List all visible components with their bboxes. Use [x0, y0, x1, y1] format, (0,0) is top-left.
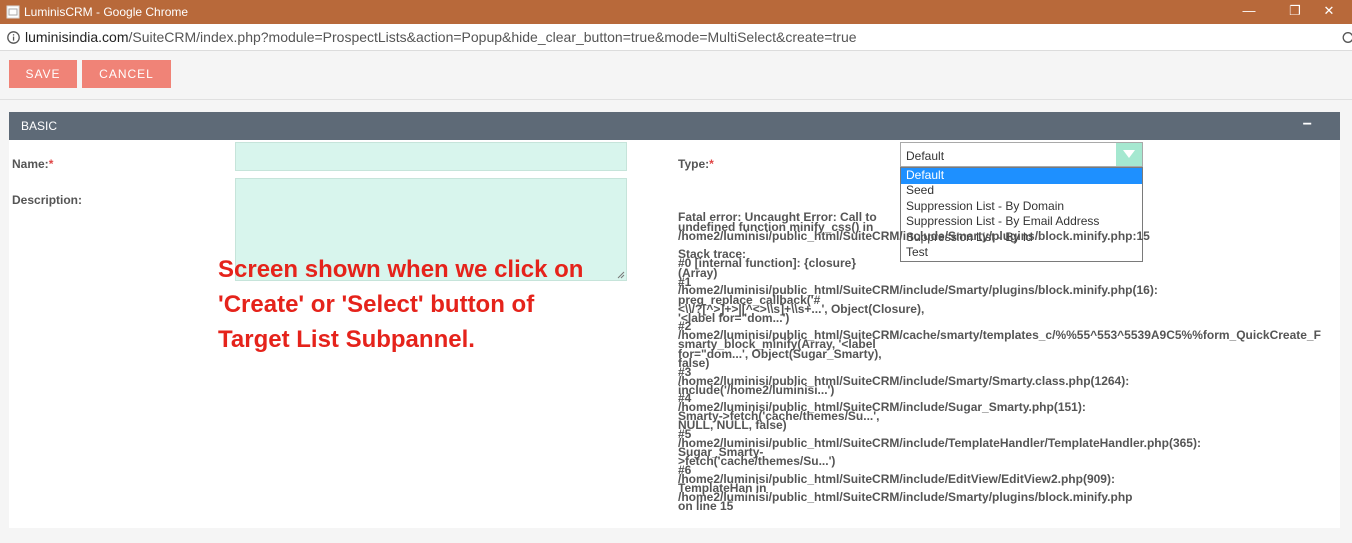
window-title: LuminisCRM - Google Chrome — [24, 5, 189, 19]
panel-header[interactable]: BASIC − — [9, 112, 1340, 140]
window-titlebar: LuminisCRM - Google Chrome — ❐ ✕ — [0, 0, 1352, 24]
type-option-default[interactable]: Default — [901, 168, 1142, 184]
annotation-line: Screen shown when we click on — [218, 256, 584, 283]
required-marker: * — [48, 157, 54, 171]
error-line: include('/home2/luminisi...') — [678, 383, 835, 397]
cancel-button[interactable]: CANCEL — [82, 60, 171, 88]
error-line: on line 15 — [678, 499, 734, 513]
url-host: luminisindia.com — [25, 29, 129, 45]
close-window-button[interactable]: ✕ — [1306, 0, 1352, 24]
chrome-menu-icon[interactable] — [1342, 31, 1352, 44]
error-line: >fetch('cache/themes/Su...') — [678, 454, 836, 468]
minimize-button[interactable]: — — [1226, 0, 1272, 24]
type-option-suppression-email[interactable]: Suppression List - By Email Address — [901, 214, 1142, 230]
error-line: '<label for="dom...') — [678, 311, 790, 325]
name-label: Name:* — [12, 157, 53, 171]
annotation-line: 'Create' or 'Select' button of — [218, 291, 535, 318]
collapse-icon[interactable]: − — [1303, 117, 1312, 133]
type-option-seed[interactable]: Seed — [901, 183, 1142, 199]
annotation-line: Target List Subpannel. — [218, 326, 475, 353]
type-options-list: Default Seed Suppression List - By Domai… — [900, 167, 1143, 262]
error-line: NULL, NULL, false) — [678, 418, 787, 432]
chevron-down-icon — [1123, 150, 1135, 158]
dropdown-toggle[interactable] — [1116, 143, 1142, 166]
error-line: /home2/luminisi/public_html/SuiteCRM/inc… — [678, 490, 1133, 504]
type-option-test[interactable]: Test — [901, 245, 1142, 261]
type-option-suppression-domain[interactable]: Suppression List - By Domain — [901, 199, 1142, 215]
type-label-text: Type: — [678, 157, 710, 171]
url-text[interactable]: luminisindia.com/SuiteCRM/index.php?modu… — [25, 29, 857, 45]
name-field[interactable] — [235, 142, 627, 171]
error-line: /home2/luminisi/public_html/SuiteCRM/inc… — [678, 229, 1150, 243]
type-select-value: Default — [906, 149, 945, 163]
description-label: Description: — [12, 193, 83, 207]
toolbar-divider — [0, 99, 1352, 100]
screenshot-annotation: Screen shown when we click on 'Create' o… — [218, 252, 583, 357]
panel-title: BASIC — [21, 119, 58, 133]
info-icon[interactable] — [7, 31, 20, 44]
resize-grip-icon[interactable] — [615, 269, 625, 279]
chrome-app-icon — [6, 5, 20, 19]
popup-content: SAVE CANCEL BASIC − Name:* Description: … — [0, 51, 1352, 543]
basic-panel: BASIC − Name:* Description: Type:* Defau… — [9, 112, 1340, 528]
type-label: Type:* — [678, 157, 714, 171]
save-button[interactable]: SAVE — [9, 60, 77, 88]
url-path: /SuiteCRM/index.php?module=ProspectLists… — [128, 29, 857, 45]
address-bar[interactable]: luminisindia.com/SuiteCRM/index.php?modu… — [0, 24, 1352, 51]
required-marker: * — [709, 157, 714, 171]
name-label-text: Name: — [12, 157, 49, 171]
type-select[interactable]: Default — [900, 142, 1143, 167]
